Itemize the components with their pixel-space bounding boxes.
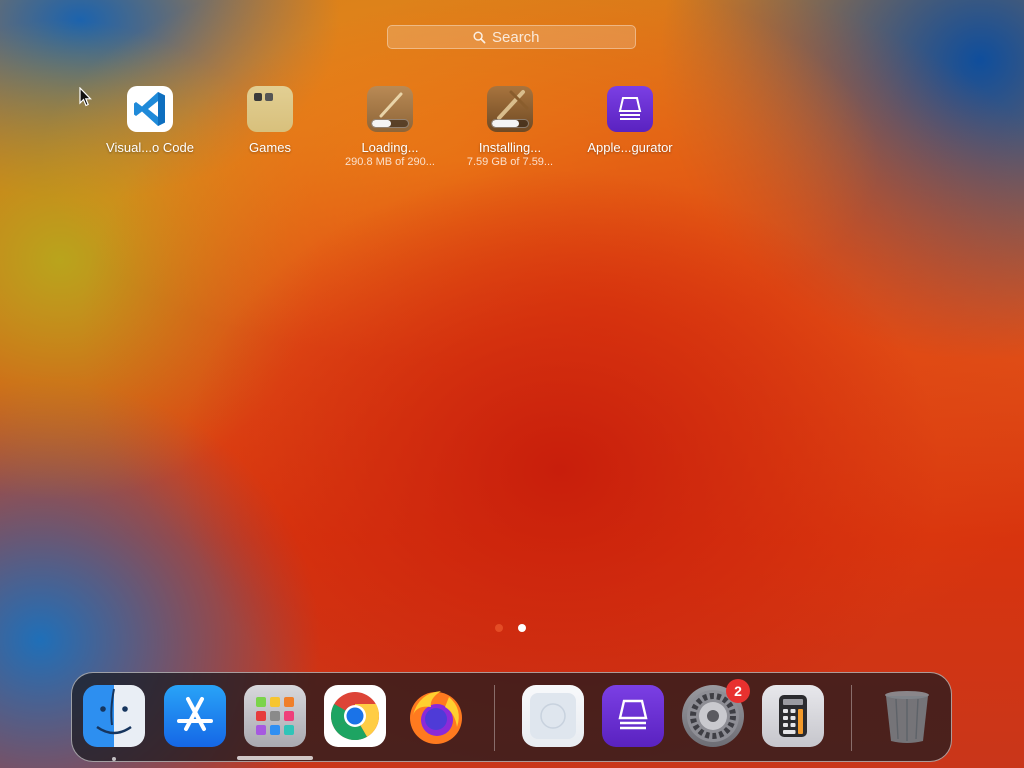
install-status: 7.59 GB of 7.59...: [466, 156, 554, 168]
app-loading[interactable]: Loading... 290.8 MB of 290...: [330, 86, 450, 168]
dock-separator: [494, 685, 495, 751]
app-label: Loading...: [361, 140, 419, 155]
app-installing[interactable]: Installing... 7.59 GB of 7.59...: [450, 86, 570, 168]
launchpad-icon: [256, 697, 294, 735]
install-progress-bar: [491, 119, 529, 128]
app-store-icon: [177, 697, 213, 731]
app-label: Installing...: [478, 140, 542, 155]
installer-icon: [487, 86, 533, 132]
app-apple-configurator[interactable]: Apple...gurator: [570, 86, 690, 155]
folder-games[interactable]: Games: [210, 86, 330, 155]
dock-trash[interactable]: [876, 685, 938, 747]
folder-icon: [247, 86, 293, 132]
app-label: Visual...o Code: [106, 140, 194, 155]
mini-app-icon: [254, 93, 262, 101]
dock: 2: [71, 672, 952, 762]
vscode-icon: [127, 86, 173, 132]
app-label: Apple...gurator: [587, 140, 673, 155]
chrome-icon: [330, 692, 380, 741]
configurator-icon: [607, 86, 653, 132]
dock-firefox[interactable]: [405, 685, 467, 747]
search-icon: [473, 30, 486, 43]
installer-icon: [367, 86, 413, 132]
horizontal-scrollbar[interactable]: [237, 756, 313, 760]
firefox-icon: [410, 691, 462, 744]
page-indicator: [495, 624, 526, 632]
dock-app[interactable]: [522, 685, 584, 747]
page-dot-current[interactable]: [518, 624, 526, 632]
page-dot[interactable]: [495, 624, 503, 632]
download-progress-bar: [371, 119, 409, 128]
mini-app-icon: [265, 93, 273, 101]
dock-system-settings[interactable]: 2: [682, 679, 750, 747]
blank-app-icon: [530, 693, 576, 739]
dock-finder[interactable]: [83, 685, 145, 747]
configurator-icon: [618, 699, 648, 730]
dock-apple-configurator[interactable]: [602, 685, 664, 747]
finder-icon: [96, 688, 132, 735]
notification-badge: 2: [726, 679, 750, 703]
running-indicator: [112, 757, 116, 761]
download-status: 290.8 MB of 290...: [345, 156, 435, 168]
trash-icon: [885, 691, 929, 743]
calculator-icon: [779, 695, 807, 737]
search-field[interactable]: [387, 25, 636, 49]
dock-launchpad[interactable]: [244, 685, 306, 747]
app-visual-studio-code[interactable]: Visual...o Code: [90, 86, 210, 155]
dock-chrome[interactable]: [324, 685, 386, 747]
dock-separator: [851, 685, 852, 751]
app-label: Games: [249, 140, 291, 155]
dock-calculator[interactable]: [762, 685, 824, 747]
search-input[interactable]: [492, 28, 550, 46]
dock-app-store[interactable]: [164, 685, 226, 747]
